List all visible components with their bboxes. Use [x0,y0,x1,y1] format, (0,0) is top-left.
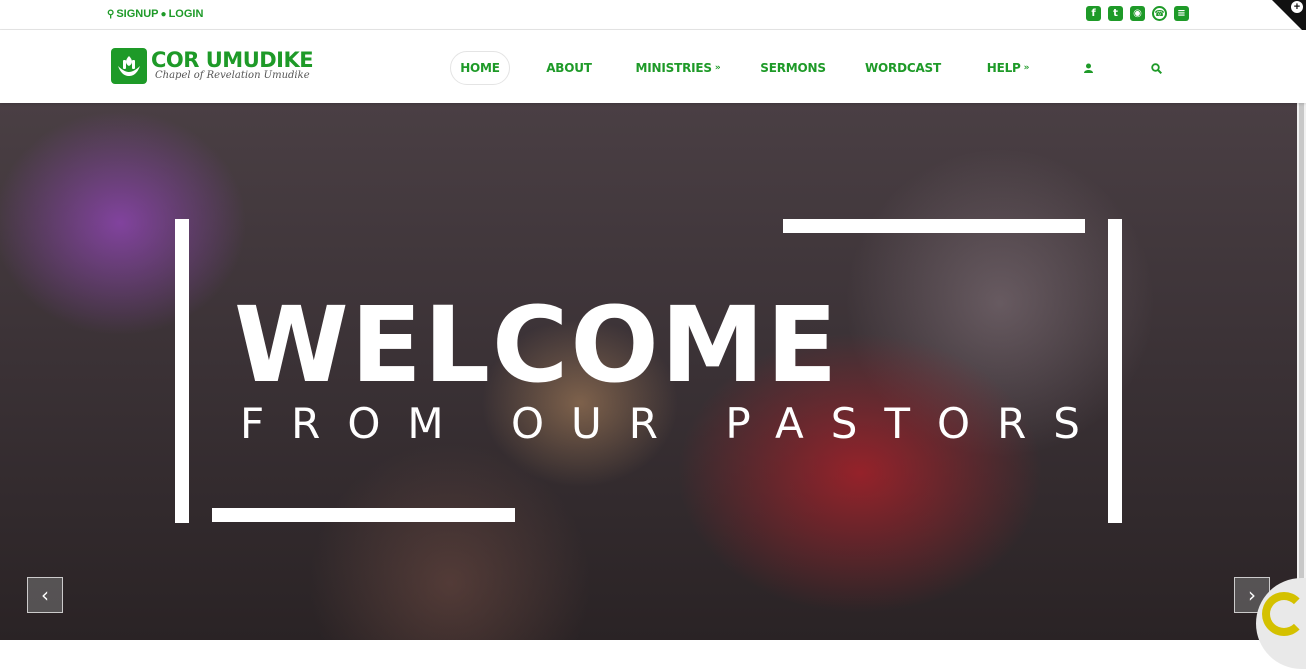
nav-item-wordcast[interactable]: WORDCAST [865,51,941,85]
nav-ministries-label: MINISTRIES [635,61,712,75]
nav-sermons-label: SERMONS [760,61,826,75]
login-link[interactable]: ● LOGIN [161,8,204,20]
hero-subline: FROM OUR PASTORS [240,399,1107,448]
logo-text: COR UMUDIKE Chapel of Revelation Umudike [151,48,314,82]
chevron-down-icon: » [1023,63,1030,73]
facebook-icon[interactable]: f [1086,6,1101,21]
brand-subtitle: Chapel of Revelation Umudike [155,70,310,81]
social-links: f t ◉ ☎ ≡ [1086,6,1189,21]
logo-emblem [111,48,147,84]
frame-left-line [175,219,189,523]
nav-about-label: ABOUT [546,61,592,75]
chevron-down-icon: » [714,63,721,73]
slider-prev-button[interactable]: ‹ [27,577,63,613]
frame-right-line [1108,219,1122,523]
nav-item-sermons[interactable]: SERMONS [760,51,826,85]
instagram-icon[interactable]: ◉ [1130,6,1145,21]
key-icon: ⚲ [107,8,115,20]
plus-icon[interactable]: + [1291,1,1303,13]
twitter-icon[interactable]: t [1108,6,1123,21]
signup-link[interactable]: ⚲ SIGNUP [107,8,159,20]
widget-ring-icon [1262,592,1306,636]
user-icon[interactable] [1078,51,1098,85]
user-small-icon: ● [160,8,167,20]
frame-bottom-line [212,508,515,522]
nav-item-help[interactable]: HELP » [986,51,1030,85]
nav-item-home[interactable]: HOME [450,51,510,85]
hero-slider: WELCOME FROM OUR PASTORS ‹ › [0,103,1297,640]
site-logo[interactable]: COR UMUDIKE Chapel of Revelation Umudike [111,48,314,84]
nav-home-label: HOME [460,61,500,75]
nav-item-about[interactable]: ABOUT [546,51,592,85]
main-navbar: COR UMUDIKE Chapel of Revelation Umudike… [0,30,1306,103]
login-label: LOGIN [168,8,204,20]
chevron-right-icon: › [1248,583,1256,607]
signup-label: SIGNUP [116,8,159,20]
scrollbar-thumb[interactable] [1299,32,1304,632]
nav-help-label: HELP [986,61,1021,75]
brand-title: COR UMUDIKE [151,48,314,72]
frame-top-line [783,219,1085,233]
nav-item-ministries[interactable]: MINISTRIES » [636,51,721,85]
rss-icon[interactable]: ≡ [1174,6,1189,21]
nav-wordcast-label: WORDCAST [865,61,941,75]
auth-links: ⚲ SIGNUP ● LOGIN [107,8,203,20]
hero-headline: WELCOME [234,284,840,406]
top-bar: ⚲ SIGNUP ● LOGIN f t ◉ ☎ ≡ + [0,0,1306,34]
whatsapp-icon[interactable]: ☎ [1152,6,1167,21]
search-icon[interactable] [1146,51,1166,85]
chevron-left-icon: ‹ [41,583,49,607]
